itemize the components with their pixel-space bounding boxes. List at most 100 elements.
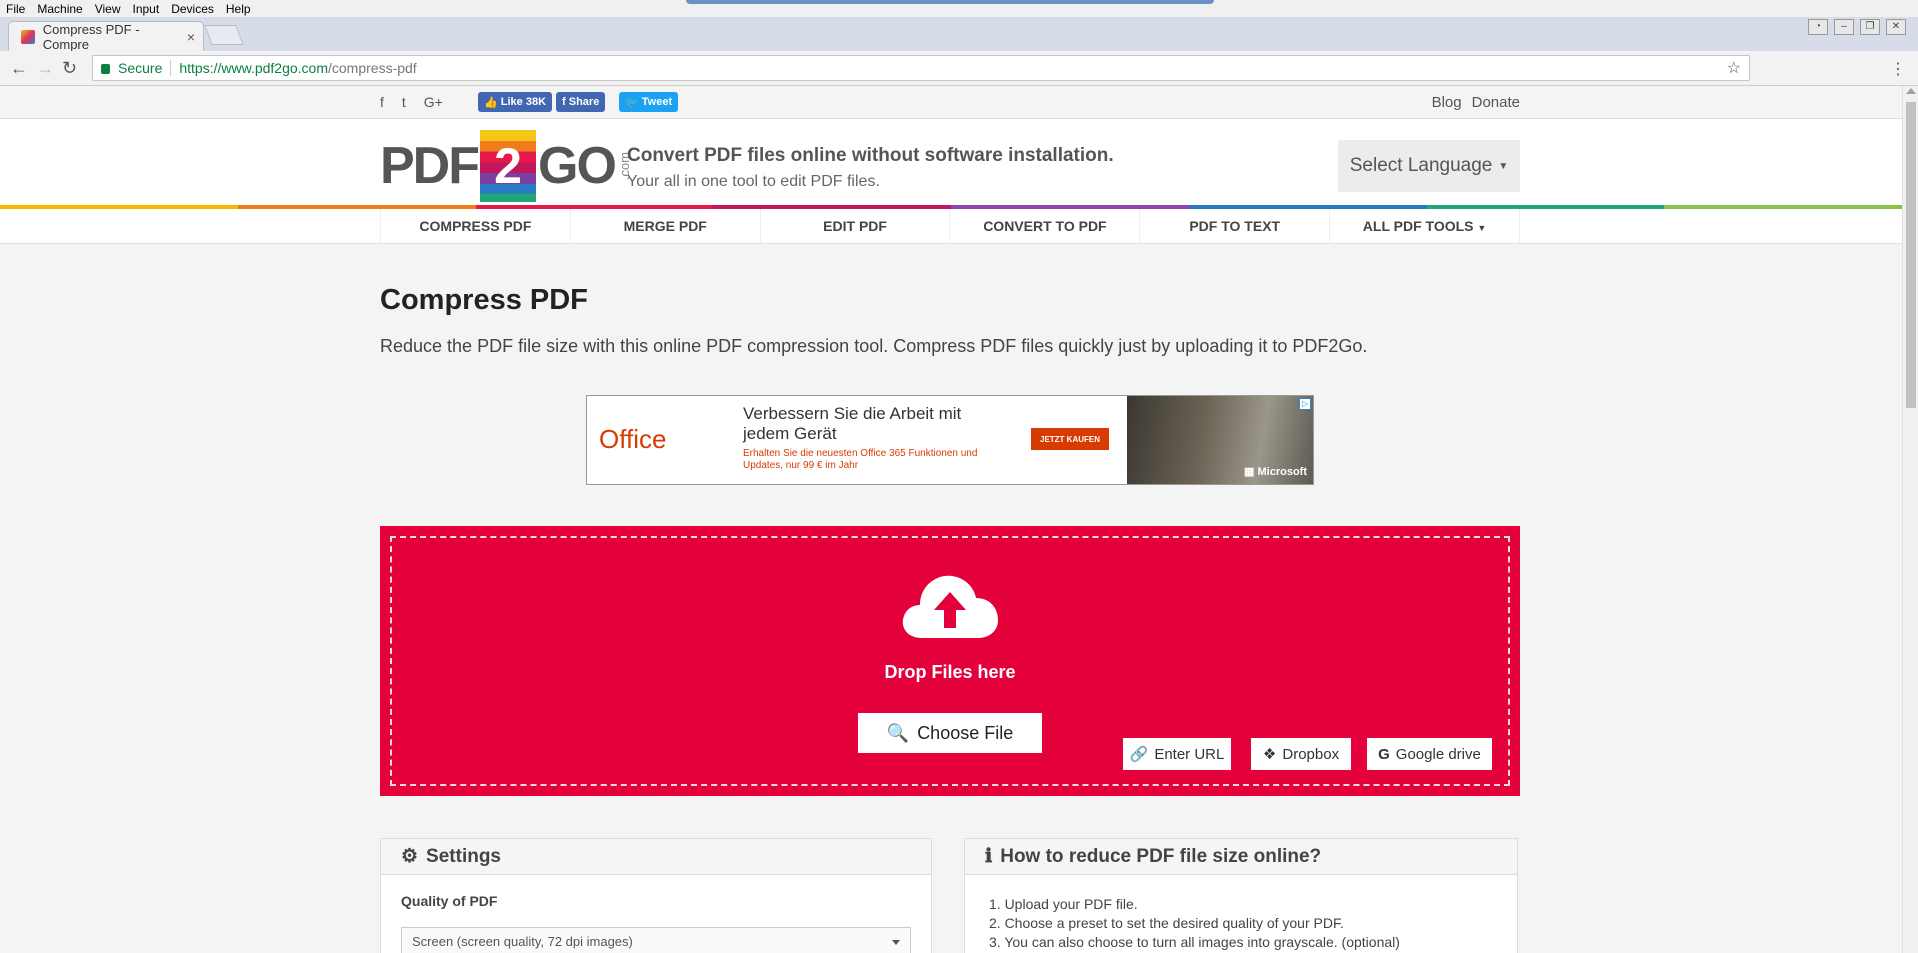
close-window-icon[interactable]: ✕ (1886, 19, 1906, 35)
tab-title: Compress PDF - Compre (42, 21, 140, 52)
browser-tab[interactable]: Compress PDF - Compre × (8, 21, 204, 52)
browser-menu-icon[interactable]: ⋮ (1890, 59, 1906, 79)
howto-panel: ℹ How to reduce PDF file size online? 1.… (964, 838, 1518, 953)
facebook-square-icon: f (562, 96, 569, 108)
header-tagline: Convert PDF files online without softwar… (627, 145, 1114, 191)
url-field[interactable]: Secure https://www.pdf2go.com /compress-… (92, 55, 1750, 81)
tweet-button[interactable]: 🐦 Tweet (619, 92, 679, 112)
nav-convert-to-pdf[interactable]: CONVERT TO PDF (949, 209, 1139, 244)
reload-icon[interactable]: ↻ (62, 58, 77, 79)
caret-down-icon: ▼ (1477, 223, 1487, 233)
adchoices-icon[interactable]: ▷ (1299, 398, 1311, 410)
google-plus-icon[interactable]: G+ (424, 94, 443, 110)
restore-icon[interactable]: ❐ (1860, 19, 1880, 35)
ad-brand: Office (599, 424, 667, 454)
url-path: /compress-pdf (328, 60, 417, 76)
logo-pdf-text: PDF (380, 137, 480, 195)
blog-link[interactable]: Blog (1432, 94, 1462, 111)
quality-select[interactable]: Screen (screen quality, 72 dpi images) (401, 927, 911, 953)
logo-two-badge: 2 (480, 130, 536, 202)
vm-menu-machine[interactable]: Machine (31, 2, 88, 16)
like-label: Like 38K (500, 96, 547, 108)
forward-icon[interactable]: → (36, 58, 54, 79)
omnibox-separator (170, 60, 172, 76)
nav-compress-pdf[interactable]: COMPRESS PDF (380, 209, 570, 244)
thumbs-up-icon: 👍 (484, 96, 501, 109)
nav-all-pdf-tools[interactable]: ALL PDF TOOLS ▼ (1329, 209, 1520, 244)
info-circle-icon: ℹ (985, 846, 993, 867)
lock-icon (101, 64, 110, 74)
new-tab-button[interactable] (204, 25, 244, 45)
google-drive-label: Google drive (1395, 745, 1481, 763)
choose-file-button[interactable]: 🔍 Choose File (858, 713, 1042, 753)
twitter-icon[interactable]: t (402, 94, 406, 110)
page-lead: Reduce the PDF file size with this onlin… (380, 336, 1368, 356)
language-label: Select Language (1349, 155, 1493, 176)
page-scrollbar[interactable] (1902, 86, 1918, 953)
minimize-icon[interactable]: – (1834, 19, 1854, 35)
back-icon[interactable]: ← (10, 58, 28, 79)
chevron-down-icon: ▼ (1498, 160, 1509, 172)
ad-subtext: Erhalten Sie die neuesten Office 365 Fun… (743, 448, 978, 471)
vm-menu-input[interactable]: Input (127, 2, 166, 16)
ad-headline: Verbessern Sie die Arbeit mit jedem Gerä… (743, 404, 962, 443)
drop-files-text: Drop Files here (884, 662, 1016, 682)
google-drive-button[interactable]: G Google drive (1367, 738, 1492, 770)
tweet-label: Tweet (641, 96, 673, 108)
favicon-icon (21, 29, 35, 44)
url-host: https://www.pdf2go.com (179, 60, 328, 76)
nav-edit-pdf[interactable]: EDIT PDF (759, 209, 950, 244)
settings-header: ⚙ Settings (381, 839, 931, 875)
upload-dropzone[interactable]: Drop Files here 🔍 Choose File 🔗 Enter URL… (380, 526, 1520, 796)
settings-title: Settings (426, 845, 501, 867)
settings-panel: ⚙ Settings Quality of PDF Screen (screen… (380, 838, 932, 953)
nav-pdf-to-text[interactable]: PDF TO TEXT (1139, 209, 1329, 244)
vm-menu-help[interactable]: Help (220, 2, 257, 16)
profile-icon[interactable]: ◔ (1808, 19, 1828, 35)
vm-menu-view[interactable]: View (89, 2, 127, 16)
tagline-main: Convert PDF files online without softwar… (627, 145, 1114, 166)
link-icon: 🔗 (1129, 746, 1149, 763)
vm-menubar: File Machine View Input Devices Help (0, 0, 1918, 17)
enter-url-label: Enter URL (1154, 745, 1225, 763)
dropbox-icon: ❖ (1262, 746, 1277, 763)
nav-merge-pdf[interactable]: MERGE PDF (569, 209, 760, 244)
facebook-like-button[interactable]: 👍 Like 38K (478, 92, 553, 112)
logo-go-text: GO (538, 137, 617, 195)
office-ad-banner[interactable]: Office Verbessern Sie die Arbeit mit jed… (586, 395, 1314, 485)
facebook-icon[interactable]: f (380, 94, 384, 110)
bookmark-star-icon[interactable]: ☆ (1727, 58, 1741, 78)
search-icon: 🔍 (886, 722, 910, 743)
vm-menu-devices[interactable]: Devices (165, 2, 220, 16)
quality-label: Quality of PDF (401, 893, 498, 909)
microsoft-logo-icon: ▦ (1244, 466, 1258, 478)
dropbox-button[interactable]: ❖ Dropbox (1251, 738, 1351, 770)
facebook-share-button[interactable]: f Share (556, 92, 606, 112)
howto-header: ℹ How to reduce PDF file size online? (965, 839, 1517, 875)
scrollbar-thumb[interactable] (1906, 102, 1916, 408)
page-viewport: f t G+ 👍 Like 38K f Share 🐦 Tweet Blog D… (0, 86, 1902, 953)
window-controls: ◔ – ❐ ✕ (1808, 19, 1906, 35)
language-selector[interactable]: Select Language ▼ (1338, 140, 1520, 192)
main-nav: COMPRESS PDF MERGE PDF EDIT PDF CONVERT … (0, 209, 1902, 244)
tagline-sub: Your all in one tool to edit PDF files. (627, 173, 880, 190)
browser-tabstrip: Compress PDF - Compre × ◔ – ❐ ✕ (0, 17, 1918, 52)
top-links: Blog Donate (1432, 94, 1520, 111)
google-icon: G (1378, 745, 1390, 763)
howto-step: 1. Upload your PDF file. (989, 896, 1138, 912)
scroll-up-arrow-icon[interactable] (1906, 88, 1916, 94)
close-tab-icon[interactable]: × (187, 29, 195, 45)
ad-cta-button[interactable]: JETZT KAUFEN (1031, 428, 1109, 450)
select-caret-icon (892, 940, 900, 945)
donate-link[interactable]: Donate (1472, 94, 1520, 111)
howto-steps: 1. Upload your PDF file. 2. Choose a pre… (965, 875, 1517, 952)
gears-icon: ⚙ (401, 846, 419, 867)
enter-url-button[interactable]: 🔗 Enter URL (1123, 738, 1231, 770)
vm-menu-file[interactable]: File (0, 2, 31, 16)
social-strip: f t G+ 👍 Like 38K f Share 🐦 Tweet Blog D… (0, 86, 1902, 119)
address-bar: ← → ↻ Secure https://www.pdf2go.com /com… (0, 51, 1918, 86)
pdf2go-logo[interactable]: PDF 2 GO .com (380, 129, 632, 203)
cloud-upload-icon (902, 575, 998, 638)
howto-step: 3. You can also choose to turn all image… (989, 934, 1400, 950)
ad-advertiser-name: Microsoft (1257, 466, 1308, 478)
